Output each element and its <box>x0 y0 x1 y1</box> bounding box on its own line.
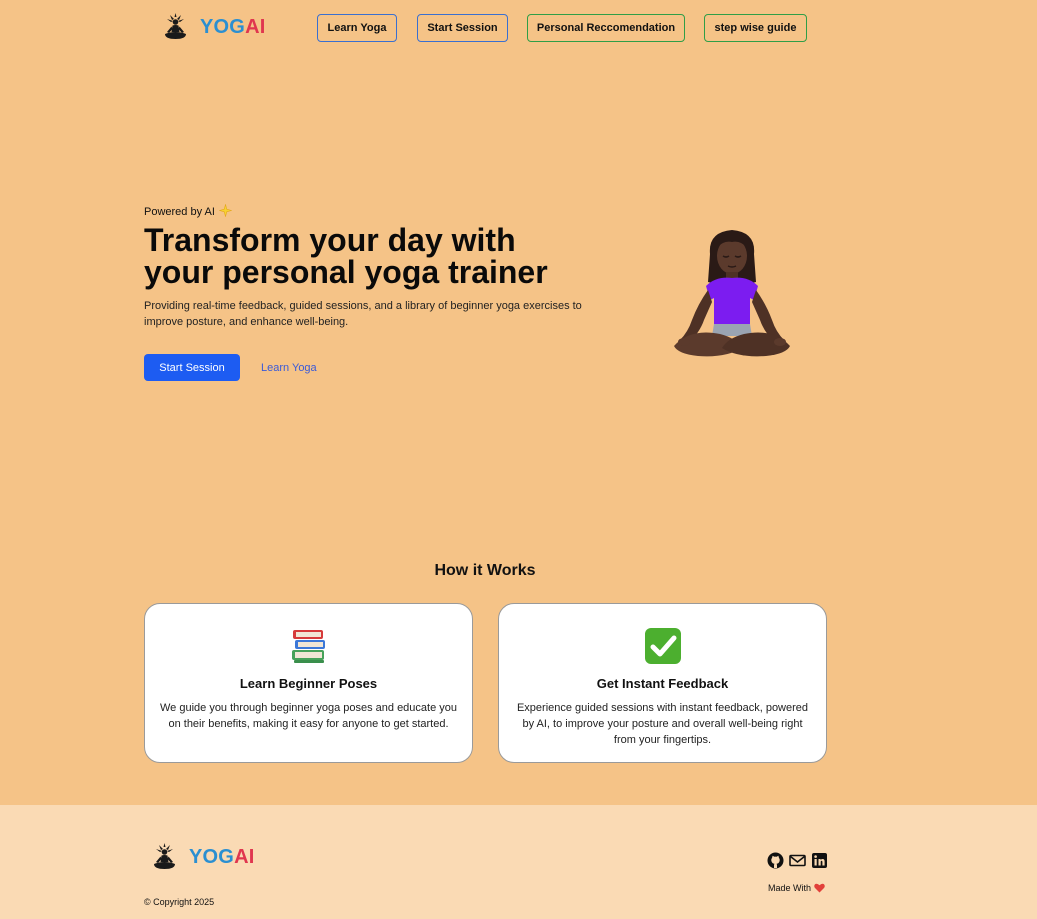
copyright-text: © Copyright 2025 <box>144 897 215 907</box>
brand-name-yog: YOG <box>200 15 246 38</box>
linkedin-icon[interactable] <box>811 852 828 869</box>
made-with-text: Made With <box>768 883 825 893</box>
mail-icon[interactable] <box>789 852 806 869</box>
navbar: YOGAI Learn Yoga Start Session Personal … <box>0 0 1037 56</box>
card-text: We guide you through beginner yoga poses… <box>159 702 458 730</box>
hero-tag: Powered by AI <box>144 203 233 218</box>
footer-brand-name-yog: YOG <box>189 845 235 868</box>
how-it-works-title: How it Works <box>434 562 536 579</box>
meditation-tree-icon <box>165 13 186 39</box>
feature-card-learn-poses: Learn Beginner Poses We guide you throug… <box>144 603 473 763</box>
hero-description: Providing real-time feedback, guided ses… <box>144 300 582 328</box>
meditation-tree-icon <box>154 843 175 869</box>
hero-title: Transform your day with your personal yo… <box>144 222 548 290</box>
nav-start-session-button[interactable]: Start Session <box>417 14 508 42</box>
hero-tag-text: Powered by AI <box>144 206 215 218</box>
nav-learn-yoga-button[interactable]: Learn Yoga <box>317 14 397 42</box>
made-with-label: Made With <box>768 883 812 893</box>
footer-brand-name: YOGAI <box>189 846 254 869</box>
footer-brand-logo[interactable]: YOGAI <box>151 842 254 872</box>
brand-name-ai: AI <box>245 15 266 38</box>
nav-personal-recommendation-button[interactable]: Personal Reccomendation <box>527 14 685 42</box>
social-links <box>767 852 828 869</box>
card-title: Get Instant Feedback <box>596 676 729 691</box>
heart-icon <box>814 883 825 893</box>
brand-name: YOGAI <box>200 16 265 39</box>
footer: YOGAI Made With © Copyright 2025 <box>0 805 1037 919</box>
github-icon[interactable] <box>767 852 784 869</box>
hero-start-session-button[interactable]: Start Session <box>144 354 240 381</box>
brand-logo[interactable]: YOGAI <box>162 12 265 42</box>
books-icon <box>291 630 325 663</box>
card-text: Experience guided sessions with instant … <box>516 702 809 746</box>
woman-in-lotus-position-icon <box>674 230 790 357</box>
nav-step-wise-guide-button[interactable]: step wise guide <box>704 14 807 42</box>
card-title: Learn Beginner Poses <box>239 676 378 691</box>
sparkle-icon <box>218 203 233 218</box>
hero-learn-yoga-link[interactable]: Learn Yoga <box>261 362 317 374</box>
footer-brand-name-ai: AI <box>234 845 255 868</box>
check-icon <box>644 628 681 664</box>
feature-card-instant-feedback: Get Instant Feedback Experience guided s… <box>498 603 827 763</box>
